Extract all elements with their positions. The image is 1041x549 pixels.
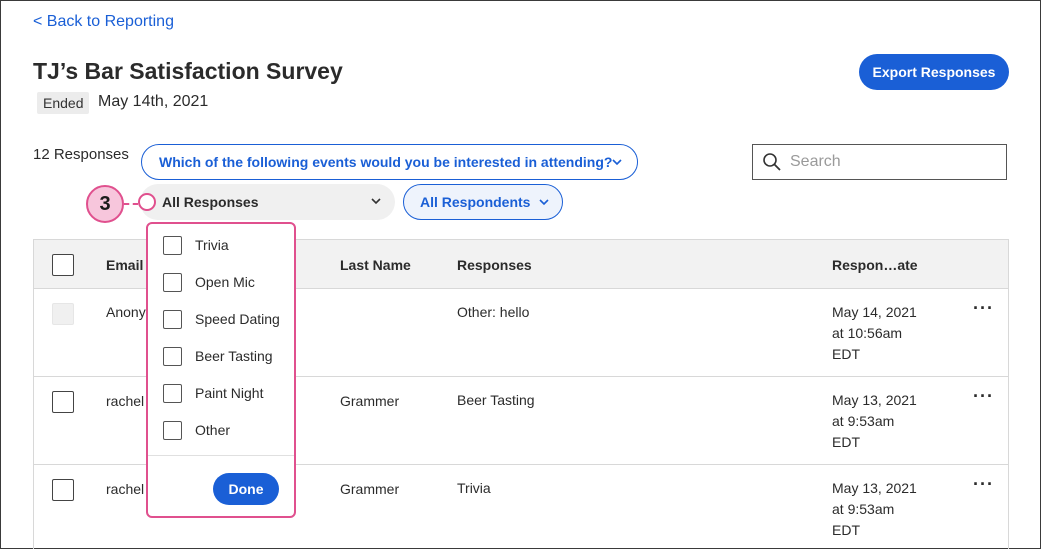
page-title: TJ’s Bar Satisfaction Survey — [33, 58, 343, 84]
chevron-down-icon — [539, 199, 549, 206]
option-checkbox[interactable] — [163, 420, 182, 440]
row-checkbox — [52, 303, 74, 325]
column-header-email[interactable]: Email — [106, 257, 143, 273]
callout-connector — [124, 203, 138, 205]
survey-end-date: May 14th, 2021 — [98, 93, 209, 110]
respondents-filter-label: All Respondents — [420, 194, 531, 210]
question-filter-select[interactable]: Which of the following events would you … — [141, 144, 638, 180]
option-open-mic[interactable]: Open Mic — [163, 271, 255, 293]
respondents-filter-select[interactable]: All Respondents — [403, 184, 563, 220]
option-beer-tasting[interactable]: Beer Tasting — [163, 345, 273, 367]
step-number-callout: 3 — [86, 185, 124, 223]
last-name-cell: Grammer — [340, 393, 400, 409]
response-count: 12 Responses — [33, 146, 129, 163]
chevron-down-icon — [371, 198, 381, 205]
option-other[interactable]: Other — [163, 419, 230, 441]
select-all-checkbox[interactable] — [52, 254, 74, 276]
row-checkbox[interactable] — [52, 391, 74, 413]
more-options-icon[interactable]: ··· — [973, 298, 994, 319]
callout-target-dot — [138, 193, 156, 211]
date-line: May 13, 2021 — [832, 480, 917, 496]
search-icon — [763, 153, 781, 171]
response-cell: Beer Tasting — [457, 392, 535, 408]
question-filter-label: Which of the following events would you … — [159, 154, 613, 170]
time-line: at 9:53am — [832, 501, 895, 517]
search-input[interactable] — [790, 153, 990, 171]
more-options-icon[interactable]: ··· — [973, 386, 994, 407]
option-paint-night[interactable]: Paint Night — [163, 382, 263, 404]
timezone-line: EDT — [832, 346, 860, 362]
option-label: Beer Tasting — [195, 348, 273, 364]
last-name-cell: Grammer — [340, 481, 400, 497]
responses-filter-dropdown: Trivia Open Mic Speed Dating Beer Tastin… — [146, 222, 296, 518]
date-line: May 14, 2021 — [832, 304, 917, 320]
export-responses-button[interactable]: Export Responses — [859, 54, 1009, 90]
dropdown-divider — [148, 455, 294, 456]
chevron-down-icon — [612, 159, 622, 166]
done-button[interactable]: Done — [213, 473, 279, 505]
response-cell: Trivia — [457, 480, 491, 496]
time-line: at 10:56am — [832, 325, 903, 341]
timezone-line: EDT — [832, 522, 860, 538]
responses-filter-label: All Responses — [162, 194, 259, 210]
email-cell: Anony — [106, 304, 146, 320]
timezone-line: EDT — [832, 434, 860, 450]
option-label: Speed Dating — [195, 311, 280, 327]
time-line: at 9:53am — [832, 413, 895, 429]
date-cell: May 13, 2021 at 9:53am EDT — [832, 390, 917, 453]
option-checkbox[interactable] — [163, 309, 182, 329]
search-field[interactable] — [752, 144, 1007, 180]
row-checkbox[interactable] — [52, 479, 74, 501]
date-cell: May 14, 2021 at 10:56am EDT — [832, 302, 917, 365]
date-line: May 13, 2021 — [832, 392, 917, 408]
email-cell: rachel — [106, 481, 145, 497]
date-cell: May 13, 2021 at 9:53am EDT — [832, 478, 917, 541]
response-cell: Other: hello — [457, 304, 530, 320]
column-header-last-name[interactable]: Last Name — [340, 257, 411, 273]
column-header-response-date[interactable]: Respon…ate — [832, 257, 918, 273]
option-trivia[interactable]: Trivia — [163, 234, 229, 256]
responses-filter-select[interactable]: All Responses — [140, 184, 395, 220]
option-checkbox[interactable] — [163, 235, 182, 255]
option-speed-dating[interactable]: Speed Dating — [163, 308, 280, 330]
option-label: Open Mic — [195, 274, 255, 290]
option-checkbox[interactable] — [163, 346, 182, 366]
status-badge: Ended — [37, 92, 90, 114]
option-label: Other — [195, 422, 231, 438]
more-options-icon[interactable]: ··· — [973, 474, 994, 495]
option-label: Trivia — [195, 237, 229, 253]
email-cell: rachel — [106, 393, 145, 409]
column-header-responses[interactable]: Responses — [457, 257, 532, 273]
option-checkbox[interactable] — [163, 383, 182, 403]
option-label: Paint Night — [195, 385, 264, 401]
option-checkbox[interactable] — [163, 272, 182, 292]
back-to-reporting-link[interactable]: < Back to Reporting — [33, 13, 174, 31]
